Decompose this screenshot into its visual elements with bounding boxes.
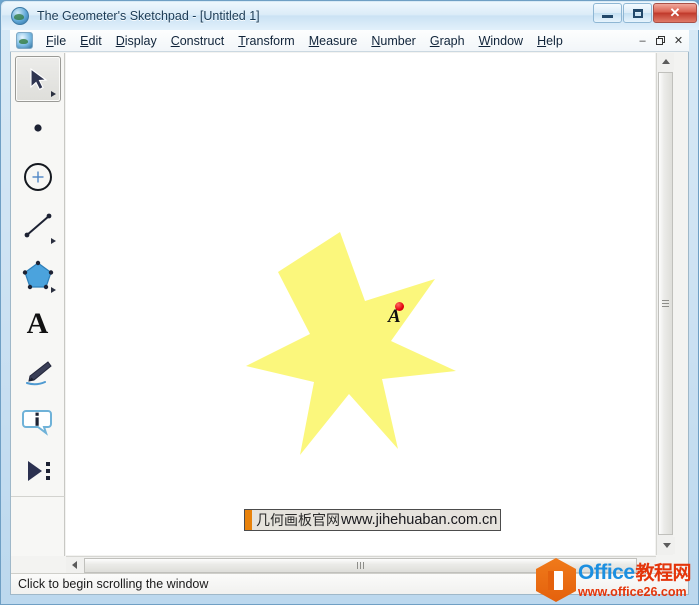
star-layer — [66, 53, 655, 555]
letter-a-icon: A — [26, 307, 49, 340]
point-a-label[interactable]: A — [388, 306, 401, 328]
tool-point[interactable] — [15, 105, 61, 151]
pentagon-icon — [22, 260, 53, 290]
mdi-controls: – ✕ — [633, 32, 687, 49]
menu-bar: File Edit Display Construct Transform Me… — [10, 30, 689, 52]
scroll-left-icon — [72, 561, 77, 569]
scroll-grip-icon — [357, 562, 364, 569]
office-brand-line: Office 教程网 — [578, 560, 692, 584]
maximize-button[interactable] — [623, 3, 652, 23]
title-bar[interactable]: The Geometer's Sketchpad - [Untitled 1] … — [1, 1, 699, 30]
minimize-icon — [602, 14, 613, 18]
circle-compass-icon — [23, 163, 52, 191]
office-brand-en: Office — [578, 560, 635, 584]
scroll-grip-icon — [662, 300, 669, 307]
menu-item-graph[interactable]: Graph — [423, 32, 472, 50]
flyout-arrow-icon[interactable] — [50, 238, 56, 244]
watermark-accent-bar — [245, 510, 252, 530]
arrow-cursor-icon — [29, 67, 48, 91]
mdi-close-button[interactable]: ✕ — [670, 32, 687, 49]
tool-information[interactable] — [15, 399, 61, 445]
pencil-marker-icon — [25, 361, 52, 386]
menu-item-measure[interactable]: Measure — [302, 32, 365, 50]
menu-item-window[interactable]: Window — [472, 32, 530, 50]
window-controls: ✕ — [592, 3, 697, 23]
point-dot-icon — [33, 124, 42, 132]
scroll-up-icon — [661, 59, 670, 64]
vertical-scroll-thumb[interactable] — [658, 72, 673, 535]
minimize-button[interactable] — [593, 3, 622, 23]
star-shape-svg — [246, 232, 456, 455]
menu-item-help[interactable]: Help — [530, 32, 570, 50]
mdi-minimize-button[interactable]: – — [634, 32, 651, 49]
info-balloon-icon — [21, 410, 52, 436]
menu-item-display[interactable]: Display — [109, 32, 164, 50]
restore-icon — [656, 36, 665, 45]
menu-item-construct[interactable]: Construct — [164, 32, 232, 50]
mdi-restore-button[interactable] — [652, 32, 669, 49]
office-site-watermark: Office 教程网 www.office26.com — [536, 557, 694, 603]
tool-marker[interactable] — [15, 350, 61, 396]
watermark-url-text: www.jihehuaban.com.cn — [341, 512, 498, 528]
flyout-arrow-icon[interactable] — [50, 287, 56, 293]
tool-straightedge[interactable] — [15, 203, 61, 249]
play-menu-icon — [27, 461, 50, 481]
office-brand-url: www.office26.com — [578, 584, 687, 599]
menu-item-transform[interactable]: Transform — [231, 32, 302, 50]
watermark-chinese-text: 几何画板官网 — [256, 513, 340, 529]
sketchpad-globe-icon — [11, 6, 29, 25]
tool-text[interactable]: A — [15, 301, 61, 347]
five-point-star — [246, 232, 456, 455]
tool-compass[interactable] — [15, 154, 61, 200]
office-brand-cn: 教程网 — [635, 561, 692, 584]
line-segment-icon — [24, 213, 51, 238]
scroll-up-button[interactable] — [657, 53, 674, 70]
maximize-icon — [632, 8, 643, 18]
tool-polygon[interactable] — [15, 252, 61, 298]
close-button[interactable]: ✕ — [653, 3, 697, 23]
tool-arrow-select[interactable] — [14, 56, 61, 102]
status-message: Click to begin scrolling the window — [18, 577, 209, 591]
document-glyph — [548, 571, 563, 590]
tool-custom[interactable] — [15, 448, 61, 494]
scroll-left-button[interactable] — [66, 556, 83, 574]
office-hexagon-logo — [536, 558, 576, 602]
palette-corner-filler — [11, 496, 65, 556]
flyout-arrow-icon[interactable] — [50, 91, 56, 97]
tool-palette: A — [11, 53, 65, 501]
scroll-down-icon — [662, 543, 671, 548]
office-watermark-text: Office 教程网 www.office26.com — [578, 560, 692, 599]
menu-item-file[interactable]: File — [39, 32, 73, 50]
scroll-down-button[interactable] — [658, 537, 675, 554]
window-title: The Geometer's Sketchpad - [Untitled 1] — [37, 8, 260, 23]
menu-item-edit[interactable]: Edit — [73, 32, 109, 50]
vertical-scrollbar[interactable] — [656, 53, 675, 555]
document-globe-icon[interactable] — [16, 32, 33, 49]
menu-item-number[interactable]: Number — [364, 32, 422, 50]
sketch-canvas[interactable]: A 几何画板官网 www.jihehuaban.com.cn — [66, 53, 655, 555]
sketchpad-window: The Geometer's Sketchpad - [Untitled 1] … — [0, 0, 699, 605]
site-watermark: 几何画板官网 www.jihehuaban.com.cn — [244, 509, 502, 531]
